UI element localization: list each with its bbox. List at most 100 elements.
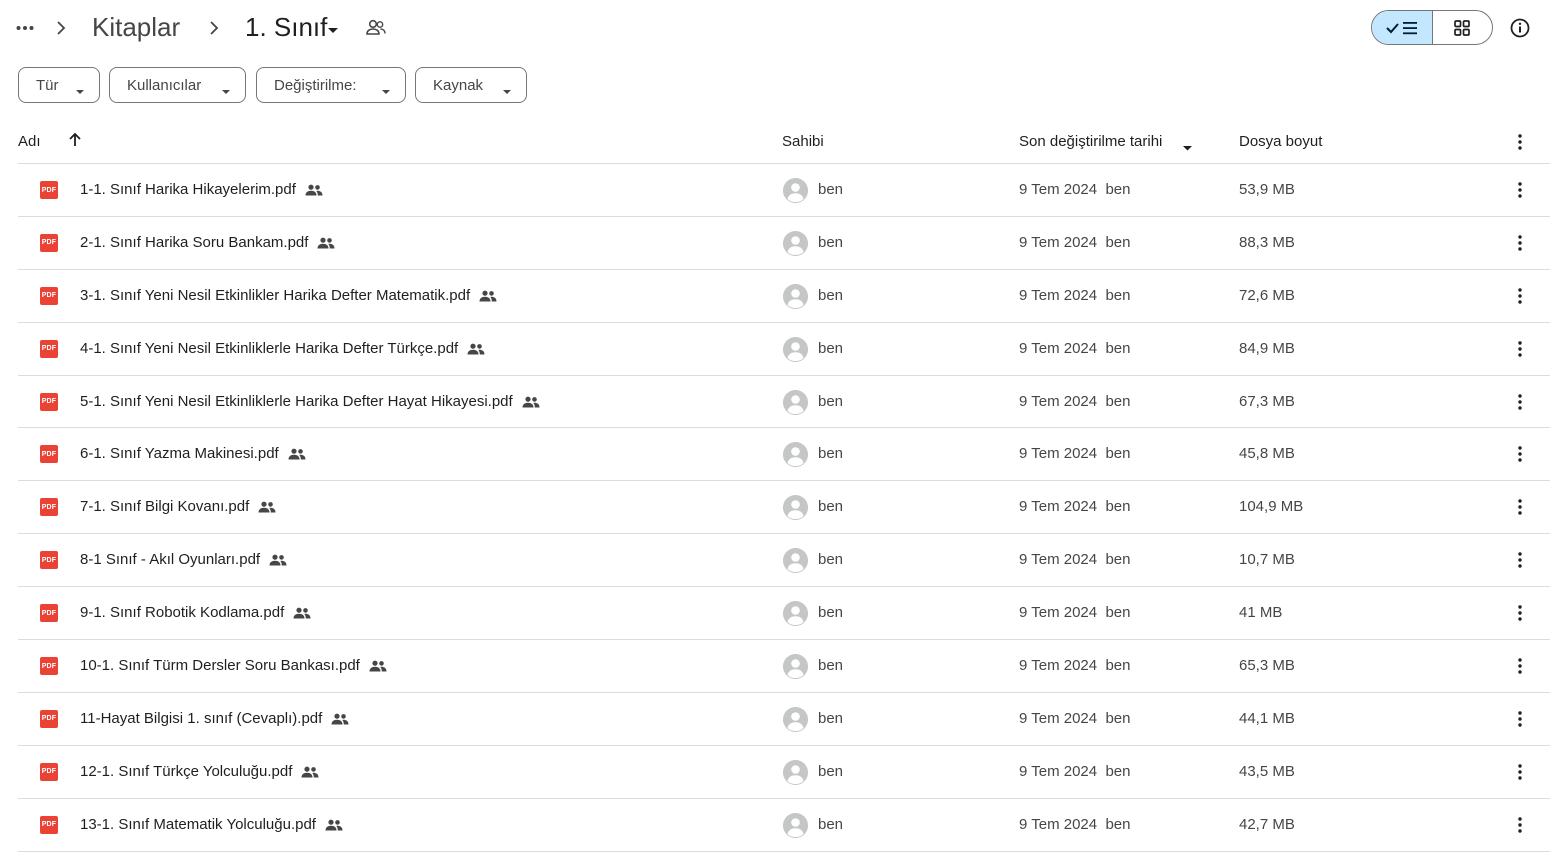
more-vert-icon[interactable] [1510,656,1530,676]
shared-people-icon [479,290,497,302]
list-view-button[interactable] [1372,11,1433,44]
more-vert-icon[interactable] [1510,497,1530,517]
table-row[interactable]: PDF 4-1. Sınıf Yeni Nesil Etkinliklerle … [18,323,1550,376]
modified-cell: 9 Tem 2024 ben [1019,657,1131,675]
pdf-icon-label: PDF [41,186,57,194]
size-cell: 104,9 MB [1239,498,1304,516]
pdf-icon-label: PDF [41,556,57,564]
file-name: 10-1. Sınıf Türm Dersler Soru Bankası.pd… [80,657,360,675]
caret-down-icon [502,82,512,99]
modified-cell: 9 Tem 2024 ben [1019,551,1131,569]
more-vert-icon[interactable] [1510,550,1530,570]
filter-source-label: Kaynak [433,76,484,94]
pdf-icon-label: PDF [41,503,57,511]
size-cell: 41 MB [1239,604,1283,622]
shared-people-icon [288,448,306,460]
file-name-cell[interactable]: 10-1. Sınıf Türm Dersler Soru Bankası.pd… [80,657,387,675]
pdf-icon: PDF [40,181,58,199]
size-cell: 88,3 MB [1239,233,1295,251]
more-vert-icon[interactable] [1510,709,1530,729]
column-modified-header[interactable]: Son değiştirilme tarihi [1019,133,1162,151]
size-cell: 72,6 MB [1239,286,1295,304]
avatar [783,601,808,627]
filter-source-chip[interactable]: Kaynak [415,67,527,103]
caret-down-icon[interactable] [327,22,339,40]
column-owner-header[interactable]: Sahibi [782,133,824,151]
avatar [783,336,808,362]
file-name: 6-1. Sınıf Yazma Makinesi.pdf [80,445,279,463]
table-row[interactable]: PDF 12-1. Sınıf Türkçe Yolculuğu.pdf ben… [18,746,1550,799]
shared-people-icon [269,554,287,566]
more-vert-icon[interactable] [1510,392,1530,412]
avatar [783,548,808,574]
table-row[interactable]: PDF 7-1. Sınıf Bilgi Kovanı.pdf ben 9 Te… [18,481,1550,535]
table-row[interactable]: PDF 3-1. Sınıf Yeni Nesil Etkinlikler Ha… [18,270,1550,323]
owner-cell: ben [818,657,844,675]
table-row[interactable]: PDF 10-1. Sınıf Türm Dersler Soru Bankas… [18,640,1550,693]
column-size-header[interactable]: Dosya boyut [1239,133,1322,151]
pdf-icon: PDF [40,445,58,464]
avatar [783,283,808,309]
filter-modified-chip[interactable]: Değiştirilme: [256,67,406,103]
table-row[interactable]: PDF 13-1. Sınıf Matematik Yolculuğu.pdf … [18,799,1550,852]
more-vert-icon[interactable] [1510,339,1530,359]
sort-ascending-icon[interactable] [68,132,82,152]
owner-cell: ben [818,339,844,357]
file-name-cell[interactable]: 3-1. Sınıf Yeni Nesil Etkinlikler Harika… [80,287,497,305]
info-icon[interactable] [1508,16,1532,40]
pdf-icon: PDF [40,233,58,252]
file-name-cell[interactable]: 6-1. Sınıf Yazma Makinesi.pdf [80,445,306,463]
table-row[interactable]: PDF 1-1. Sınıf Harika Hikayelerim.pdf be… [18,164,1550,217]
grid-view-button[interactable] [1433,11,1493,44]
table-row[interactable]: PDF 11-Hayat Bilgisi 1. sınıf (Cevaplı).… [18,693,1550,746]
table-row[interactable]: PDF 6-1. Sınıf Yazma Makinesi.pdf ben 9 … [18,428,1550,482]
avatar [783,442,808,468]
file-name: 13-1. Sınıf Matematik Yolculuğu.pdf [80,815,316,833]
more-vert-icon[interactable] [1510,286,1530,306]
size-cell: 43,5 MB [1239,762,1295,780]
file-name-cell[interactable]: 8-1 Sınıf - Akıl Oyunları.pdf [80,551,287,569]
table-row[interactable]: PDF 9-1. Sınıf Robotik Kodlama.pdf ben 9… [18,587,1550,641]
more-horiz-icon[interactable] [12,14,38,42]
file-name: 4-1. Sınıf Yeni Nesil Etkinliklerle Hari… [80,339,459,357]
pdf-icon-label: PDF [41,768,57,776]
file-name-cell[interactable]: 13-1. Sınıf Matematik Yolculuğu.pdf [80,816,343,834]
more-vert-icon[interactable] [1510,132,1530,152]
table-row[interactable]: PDF 5-1. Sınıf Yeni Nesil Etkinliklerle … [18,376,1550,429]
more-vert-icon[interactable] [1510,180,1530,200]
table-row[interactable]: PDF 8-1 Sınıf - Akıl Oyunları.pdf ben 9 … [18,534,1550,588]
file-name: 11-Hayat Bilgisi 1. sınıf (Cevaplı).pdf [80,709,323,727]
more-vert-icon[interactable] [1510,233,1530,253]
size-cell: 53,9 MB [1239,181,1295,198]
more-vert-icon[interactable] [1510,603,1530,623]
file-name-cell[interactable]: 9-1. Sınıf Robotik Kodlama.pdf [80,604,311,622]
file-name-cell[interactable]: 4-1. Sınıf Yeni Nesil Etkinliklerle Hari… [80,340,485,358]
file-name-cell[interactable]: 11-Hayat Bilgisi 1. sınıf (Cevaplı).pdf [80,710,349,728]
modified-cell: 9 Tem 2024 ben [1019,181,1131,198]
breadcrumb-parent[interactable]: Kitaplar [92,10,180,44]
file-name-cell[interactable]: 1-1. Sınıf Harika Hikayelerim.pdf [80,181,323,199]
file-name: 12-1. Sınıf Türkçe Yolculuğu.pdf [80,762,293,780]
filter-type-label: Tür [36,76,59,94]
file-name-cell[interactable]: 12-1. Sınıf Türkçe Yolculuğu.pdf [80,763,319,781]
file-name: 9-1. Sınıf Robotik Kodlama.pdf [80,604,285,622]
caret-down-icon[interactable] [1182,139,1193,156]
file-name-cell[interactable]: 5-1. Sınıf Yeni Nesil Etkinliklerle Hari… [80,393,540,411]
size-cell: 10,7 MB [1239,551,1295,569]
filter-type-chip[interactable]: Tür [18,67,100,103]
pdf-icon: PDF [40,498,58,517]
more-vert-icon[interactable] [1510,815,1530,835]
column-name-header[interactable]: Adı [18,133,41,151]
pdf-icon-label: PDF [41,450,57,458]
file-name-cell[interactable]: 2-1. Sınıf Harika Soru Bankam.pdf [80,234,335,252]
chevron-right-icon [208,16,220,45]
more-vert-icon[interactable] [1510,444,1530,464]
owner-cell: ben [818,551,844,569]
shared-folder-icon[interactable] [365,18,387,43]
breadcrumb-current[interactable]: 1. Sınıf [245,10,327,44]
filter-users-chip[interactable]: Kullanıcılar [109,67,246,103]
file-name-cell[interactable]: 7-1. Sınıf Bilgi Kovanı.pdf [80,498,276,516]
caret-down-icon [221,82,231,99]
more-vert-icon[interactable] [1510,762,1530,782]
table-row[interactable]: PDF 2-1. Sınıf Harika Soru Bankam.pdf be… [18,217,1550,270]
